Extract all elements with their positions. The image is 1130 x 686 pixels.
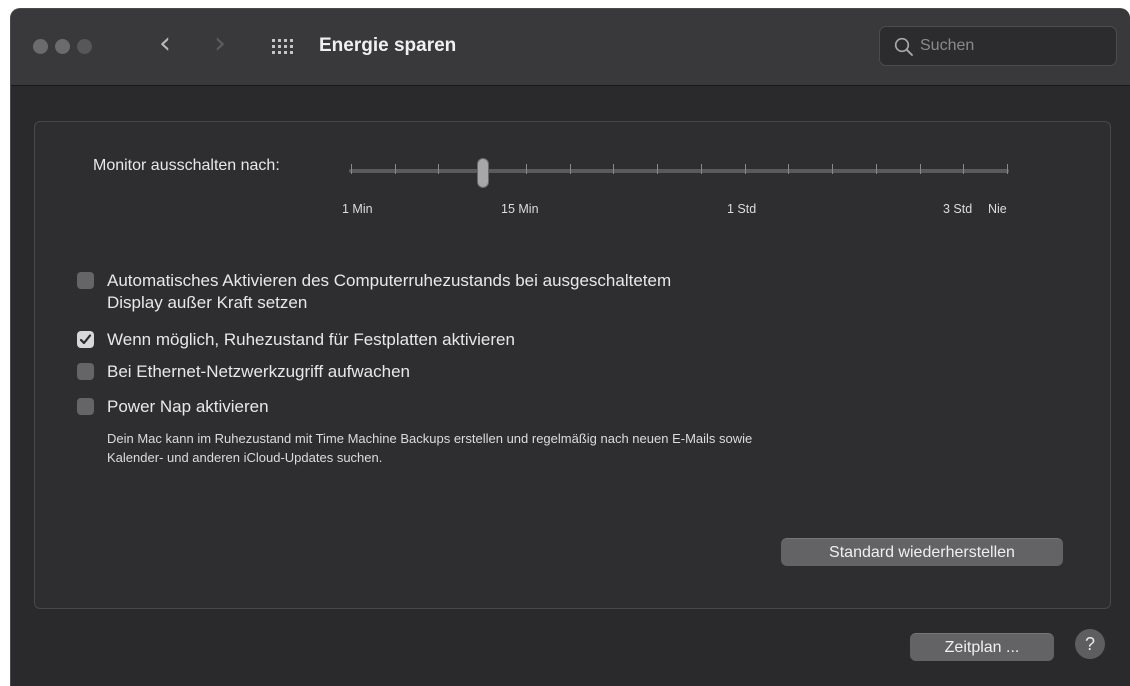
checkbox[interactable] bbox=[77, 363, 94, 380]
close-window-button[interactable] bbox=[33, 39, 48, 54]
option-label-line1: Automatisches Aktivieren des Computerruh… bbox=[107, 271, 672, 290]
tick-label-1std: 1 Std bbox=[727, 202, 757, 216]
slider-tick bbox=[744, 164, 746, 174]
slider-tick bbox=[569, 164, 571, 174]
titlebar: ‹ › Energie sparen bbox=[11, 9, 1130, 86]
search-field[interactable] bbox=[879, 26, 1117, 66]
description-line2: Kalender- und anderen iCloud-Updates suc… bbox=[107, 450, 383, 465]
slider-tick bbox=[438, 164, 440, 174]
preferences-window: ‹ › Energie sparen Monitor ausschalten n… bbox=[10, 8, 1130, 686]
search-icon bbox=[894, 37, 913, 56]
schedule-button[interactable]: Zeitplan ... bbox=[910, 633, 1054, 661]
option-label: Wenn möglich, Ruhezustand für Festplatte… bbox=[107, 330, 515, 349]
tick-label-1min: 1 Min bbox=[342, 202, 373, 216]
help-button[interactable]: ? bbox=[1075, 629, 1105, 659]
slider-tick bbox=[394, 164, 396, 174]
chevron-right-icon[interactable]: › bbox=[214, 29, 226, 59]
tick-label-15min: 15 Min bbox=[501, 202, 539, 216]
slider-tick bbox=[875, 164, 877, 174]
slider-tick bbox=[788, 164, 790, 174]
checkmark-icon bbox=[79, 334, 92, 345]
slider-tick bbox=[657, 164, 659, 174]
slider-tick bbox=[700, 164, 702, 174]
display-sleep-slider-thumb[interactable] bbox=[477, 158, 489, 188]
option-label: Power Nap aktivieren bbox=[107, 397, 269, 416]
option-label-line2: Display außer Kraft setzen bbox=[107, 293, 308, 312]
restore-defaults-button[interactable]: Standard wiederherstellen bbox=[781, 538, 1063, 566]
chevron-left-icon[interactable]: ‹ bbox=[159, 29, 171, 59]
slider-tick bbox=[832, 164, 834, 174]
checkbox[interactable] bbox=[77, 272, 94, 289]
slider-tick bbox=[351, 164, 352, 174]
option-label: Bei Ethernet-Netzwerkzugriff aufwachen bbox=[107, 362, 411, 381]
zoom-window-button[interactable] bbox=[77, 39, 92, 54]
slider-tick bbox=[963, 164, 965, 174]
grid-icon[interactable] bbox=[272, 39, 293, 55]
minimize-window-button[interactable] bbox=[55, 39, 70, 54]
slider-label: Monitor ausschalten nach: bbox=[93, 157, 280, 174]
search-input[interactable] bbox=[920, 35, 1105, 57]
slider-tick bbox=[525, 164, 527, 174]
slider-tick bbox=[919, 164, 921, 174]
display-sleep-slider-track[interactable] bbox=[349, 169, 1009, 173]
power-nap-description: Dein Mac kann im Ruhezustand mit Time Ma… bbox=[107, 429, 987, 467]
slider-tick bbox=[1007, 164, 1008, 174]
checkbox-checked[interactable] bbox=[77, 331, 94, 348]
window-title: Energie sparen bbox=[319, 35, 457, 56]
option-label: Automatisches Aktivieren des Computerruh… bbox=[107, 270, 671, 314]
checkbox[interactable] bbox=[77, 398, 94, 415]
tick-label-nie: Nie bbox=[988, 202, 1007, 216]
slider-tick bbox=[613, 164, 615, 174]
settings-panel: Monitor ausschalten nach: 1 Min 15 Min 1… bbox=[34, 121, 1111, 609]
tick-label-3std: 3 Std bbox=[943, 202, 973, 216]
description-line1: Dein Mac kann im Ruhezustand mit Time Ma… bbox=[107, 431, 753, 446]
